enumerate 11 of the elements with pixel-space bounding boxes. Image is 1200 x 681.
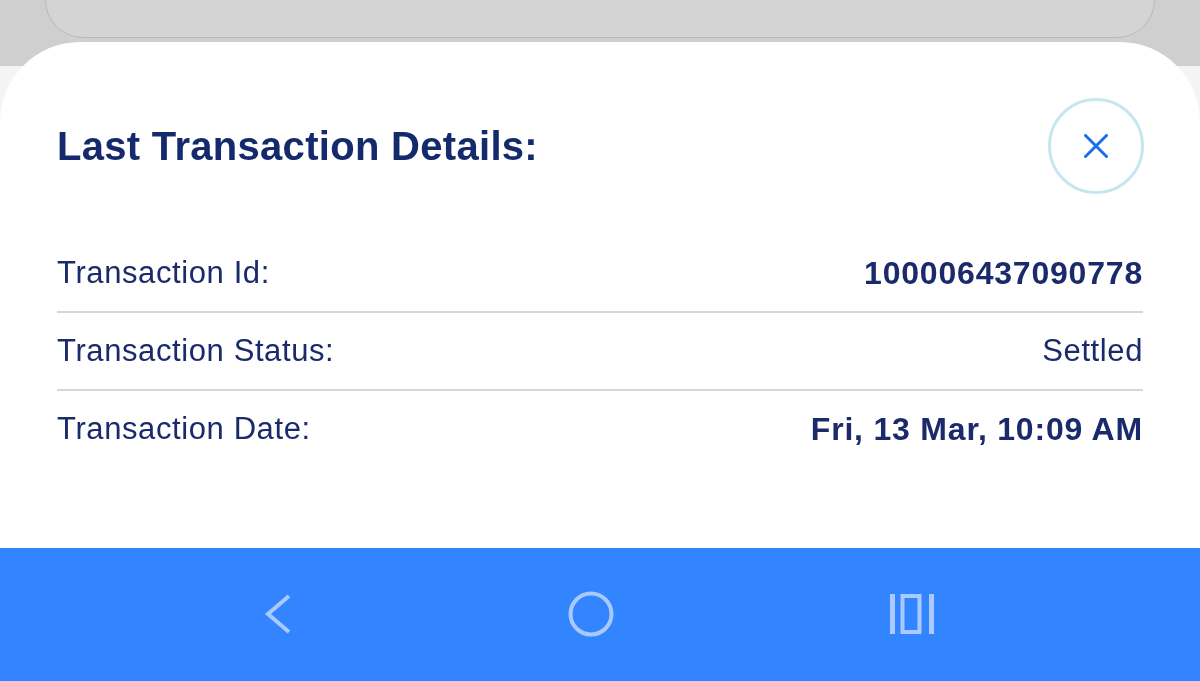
close-icon <box>1084 134 1108 158</box>
sheet-title: Last Transaction Details: <box>57 123 538 169</box>
detail-label: Transaction Status: <box>57 333 335 369</box>
detail-value: Settled <box>1042 333 1143 369</box>
back-icon[interactable] <box>264 593 292 634</box>
detail-label: Transaction Date: <box>57 411 311 447</box>
detail-value: 100006437090778 <box>864 254 1143 292</box>
detail-label: Transaction Id: <box>57 255 270 291</box>
home-icon[interactable] <box>568 590 614 637</box>
recent-apps-icon[interactable] <box>890 593 936 634</box>
detail-value: Fri, 13 Mar, 10:09 AM <box>810 410 1143 448</box>
